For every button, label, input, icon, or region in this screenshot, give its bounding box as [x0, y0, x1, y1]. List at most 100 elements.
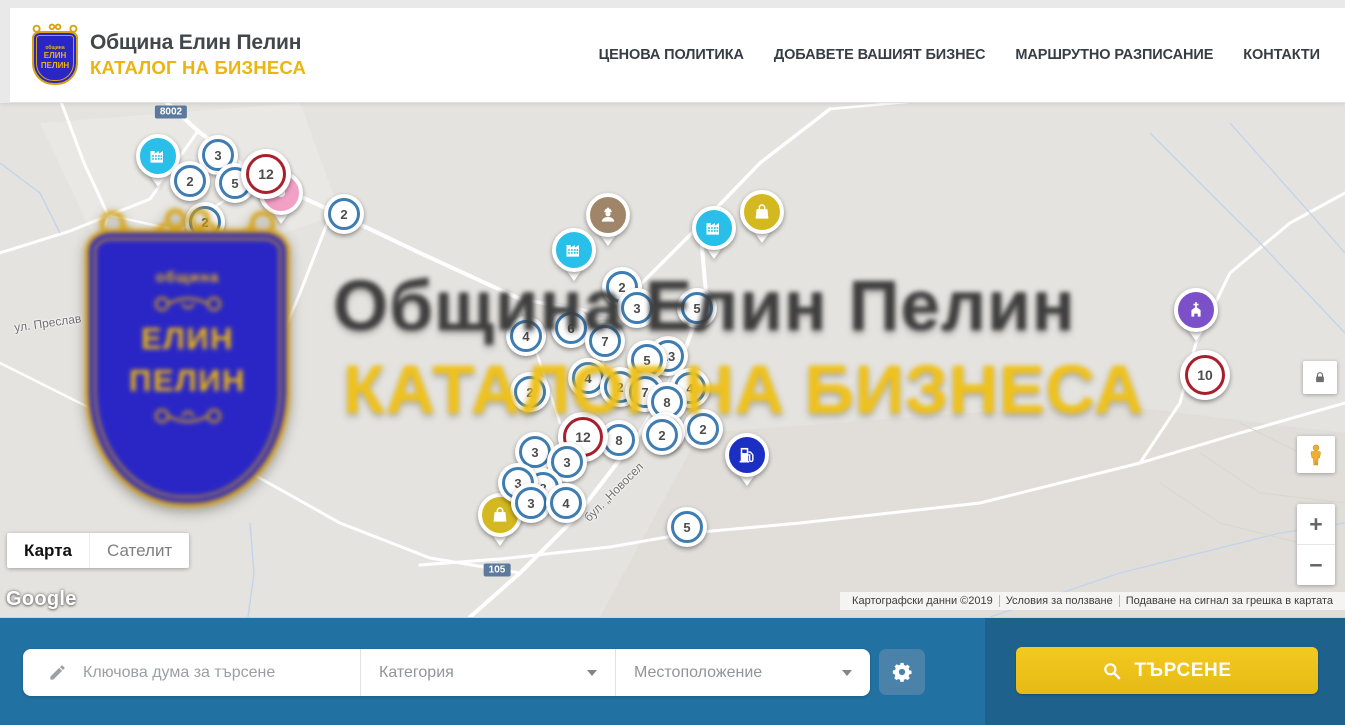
cluster-count: 3 [633, 301, 640, 316]
marker-cluster[interactable]: 2 [170, 161, 210, 201]
marker-cluster[interactable]: 5 [667, 507, 707, 547]
keyword-section [23, 649, 360, 696]
location-dropdown[interactable]: Местоположение [615, 649, 870, 696]
markers-layer: 2325122235647135422748228122338334510 [0, 103, 1345, 617]
crest-name-line1: ЕЛИН [44, 52, 66, 61]
nav-item[interactable]: КОНТАКТИ [1243, 47, 1320, 63]
lock-icon [1312, 370, 1328, 386]
cluster-count: 8 [663, 395, 670, 410]
fuel-station-pin[interactable] [725, 433, 769, 477]
lock-button[interactable] [1303, 361, 1337, 394]
nav-item[interactable]: ДОБАВЕТЕ ВАШИЯТ БИЗНЕС [774, 47, 986, 63]
church-icon [1174, 288, 1218, 332]
brand-subtitle: КАТАЛОГ НА БИЗНЕСА [90, 57, 306, 79]
map-canvas[interactable]: 8002105ул. Преславбул. „Новоселции 23251… [0, 103, 1345, 617]
map-attribution: Картографски данни ©2019 Условия за полз… [840, 592, 1345, 610]
zoom-out-button[interactable]: − [1297, 545, 1335, 585]
search-button-label: ТЪРСЕНЕ [1134, 660, 1231, 682]
map-type-control: Карта Сателит [7, 533, 189, 568]
category-dropdown[interactable]: Категория [360, 649, 615, 696]
map-type-map-button[interactable]: Карта [7, 533, 89, 568]
nav-item[interactable]: МАРШРУТНО РАЗПИСАНИЕ [1015, 47, 1213, 63]
header: община ЕЛИН ПЕЛИН Община Елин Пелин КАТА… [0, 8, 1345, 103]
pegman-icon [1304, 443, 1328, 467]
cluster-count: 5 [693, 301, 700, 316]
cluster-count: 5 [683, 520, 690, 535]
map-type-satellite-button[interactable]: Сателит [89, 533, 189, 568]
magnifier-icon [1102, 661, 1122, 681]
cluster-count: 8 [615, 433, 622, 448]
cluster-count: 4 [686, 381, 693, 396]
marker-cluster[interactable]: 3 [617, 288, 657, 328]
marker-cluster[interactable]: 2 [642, 415, 682, 455]
marker-cluster[interactable]: 2 [683, 409, 723, 449]
cluster-count: 12 [258, 166, 274, 182]
cluster-count: 3 [563, 455, 570, 470]
fuel-icon [725, 433, 769, 477]
nav-item[interactable]: ЦЕНОВА ПОЛИТИКА [599, 47, 744, 63]
cluster-count: 2 [699, 422, 706, 437]
municipality-crest-logo: община ЕЛИН ПЕЛИН [32, 25, 78, 85]
main-nav: ЦЕНОВА ПОЛИТИКА ДОБАВЕТЕ ВАШИЯТ БИЗНЕС МАР… [599, 47, 1320, 63]
crest-shield: община ЕЛИН ПЕЛИН [32, 31, 78, 85]
search-bar: Категория Местоположение ТЪРСЕНЕ [0, 617, 1345, 725]
cluster-count: 2 [340, 207, 347, 222]
factory-pin[interactable] [552, 228, 596, 272]
cluster-count: 2 [616, 380, 623, 395]
pencil-icon [48, 663, 67, 682]
marker-cluster[interactable]: 2 [185, 202, 225, 242]
cluster-count: 3 [527, 496, 534, 511]
cluster-count: 4 [562, 496, 569, 511]
marker-cluster[interactable]: 12 [241, 149, 291, 199]
marker-cluster[interactable]: 10 [1180, 350, 1230, 400]
page-edge [0, 8, 10, 103]
cluster-count: 2 [526, 385, 533, 400]
shopping-pin[interactable] [740, 190, 784, 234]
marker-cluster[interactable]: 2 [324, 194, 364, 234]
search-field-group: Категория Местоположение [23, 649, 870, 696]
church-pin[interactable] [1174, 288, 1218, 332]
search-submit-button[interactable]: ТЪРСЕНЕ [1016, 647, 1318, 694]
site-logo[interactable]: община ЕЛИН ПЕЛИН Община Елин Пелин КАТА… [32, 25, 306, 85]
attribution-copyright: Картографски данни ©2019 [846, 595, 999, 607]
cluster-count: 2 [658, 428, 665, 443]
cluster-count: 3 [214, 148, 221, 163]
zoom-control: + − [1297, 504, 1335, 585]
category-dropdown-label: Категория [379, 664, 454, 682]
marker-cluster[interactable]: 4 [506, 316, 546, 356]
zoom-in-button[interactable]: + [1297, 504, 1335, 545]
page-top-strip [0, 0, 1345, 8]
report-error-link[interactable]: Подаване на сигнал за грешка в картата [1119, 595, 1339, 607]
shopping-bag-icon [740, 190, 784, 234]
cluster-count: 4 [522, 329, 529, 344]
cluster-count: 5 [231, 176, 238, 191]
brand-title: Община Елин Пелин [90, 31, 306, 55]
marker-cluster[interactable]: 5 [677, 288, 717, 328]
factory-pin[interactable] [692, 206, 736, 250]
gear-icon [891, 661, 913, 683]
factory-icon [552, 228, 596, 272]
cluster-count: 10 [1197, 367, 1213, 383]
advanced-settings-button[interactable] [879, 649, 925, 695]
chevron-down-icon [587, 670, 597, 676]
factory-icon [692, 206, 736, 250]
marker-cluster[interactable]: 2 [510, 372, 550, 412]
cluster-count: 2 [201, 215, 208, 230]
cluster-count: 2 [186, 174, 193, 189]
location-dropdown-label: Местоположение [634, 664, 762, 682]
cluster-count: 12 [575, 429, 591, 445]
terms-link[interactable]: Условия за ползване [999, 595, 1119, 607]
cluster-count: 4 [584, 371, 591, 386]
cluster-count: 3 [531, 445, 538, 460]
crest-name-line2: ПЕЛИН [41, 62, 69, 71]
pegman-button[interactable] [1297, 436, 1335, 473]
marker-cluster[interactable]: 4 [546, 483, 586, 523]
marker-cluster[interactable]: 7 [585, 321, 625, 361]
keyword-search-input[interactable] [81, 663, 325, 683]
cluster-count: 5 [643, 353, 650, 368]
cluster-count: 7 [601, 334, 608, 349]
marker-cluster[interactable]: 3 [511, 483, 551, 523]
cluster-count: 6 [567, 321, 574, 336]
chevron-down-icon [842, 670, 852, 676]
google-logo[interactable]: Google [6, 588, 77, 611]
